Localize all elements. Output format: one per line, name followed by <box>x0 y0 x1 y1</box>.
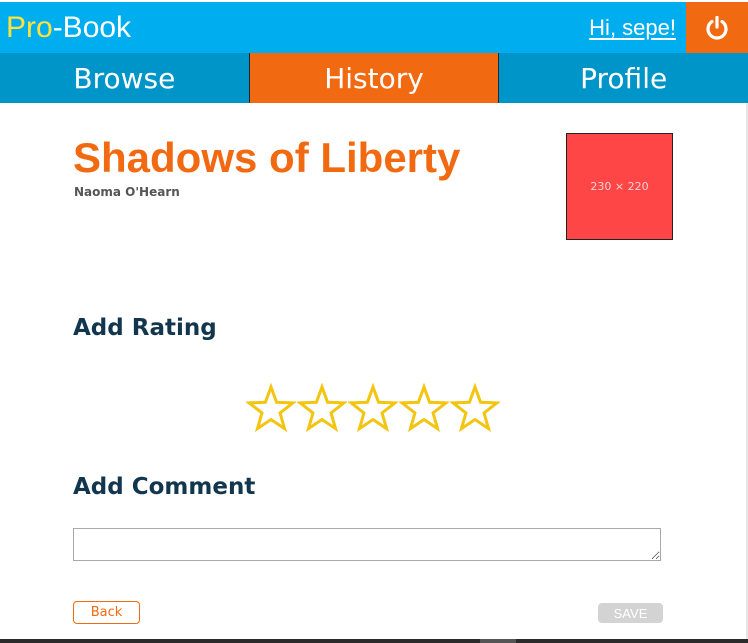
book-cover-image: 230 × 220 <box>566 133 673 240</box>
user-greeting-link[interactable]: Hi, sepe! <box>589 14 676 42</box>
comment-heading: Add Comment <box>73 474 256 500</box>
tab-profile[interactable]: Profile <box>499 53 748 103</box>
cover-placeholder-text: 230 × 220 <box>590 180 649 193</box>
scrollbar-thumb[interactable] <box>480 639 516 643</box>
tab-history[interactable]: History <box>249 53 500 103</box>
logout-button[interactable] <box>686 2 748 53</box>
star-outline-icon[interactable] <box>297 383 347 433</box>
tab-browse[interactable]: Browse <box>0 53 250 103</box>
top-header: Pro-Book Hi, sepe! <box>0 2 748 53</box>
star-outline-icon[interactable] <box>450 383 500 433</box>
rating-heading: Add Rating <box>73 315 217 341</box>
book-title: Shadows of Liberty <box>73 134 461 181</box>
book-author: Naoma O'Hearn <box>74 185 180 199</box>
comment-textarea[interactable] <box>73 528 661 561</box>
back-button[interactable]: Back <box>73 601 140 624</box>
logo-pro-text: Pro <box>6 11 53 44</box>
save-button[interactable]: SAVE <box>598 603 663 623</box>
logo-book-text: -Book <box>52 11 132 44</box>
star-outline-icon[interactable] <box>246 383 296 433</box>
power-icon <box>706 15 728 40</box>
star-rating <box>246 383 500 435</box>
horizontal-scrollbar[interactable] <box>0 639 748 643</box>
app-logo[interactable]: Pro-Book <box>6 10 131 46</box>
star-outline-icon[interactable] <box>399 383 449 433</box>
star-outline-icon[interactable] <box>348 383 398 433</box>
main-nav: Browse History Profile <box>0 53 748 103</box>
